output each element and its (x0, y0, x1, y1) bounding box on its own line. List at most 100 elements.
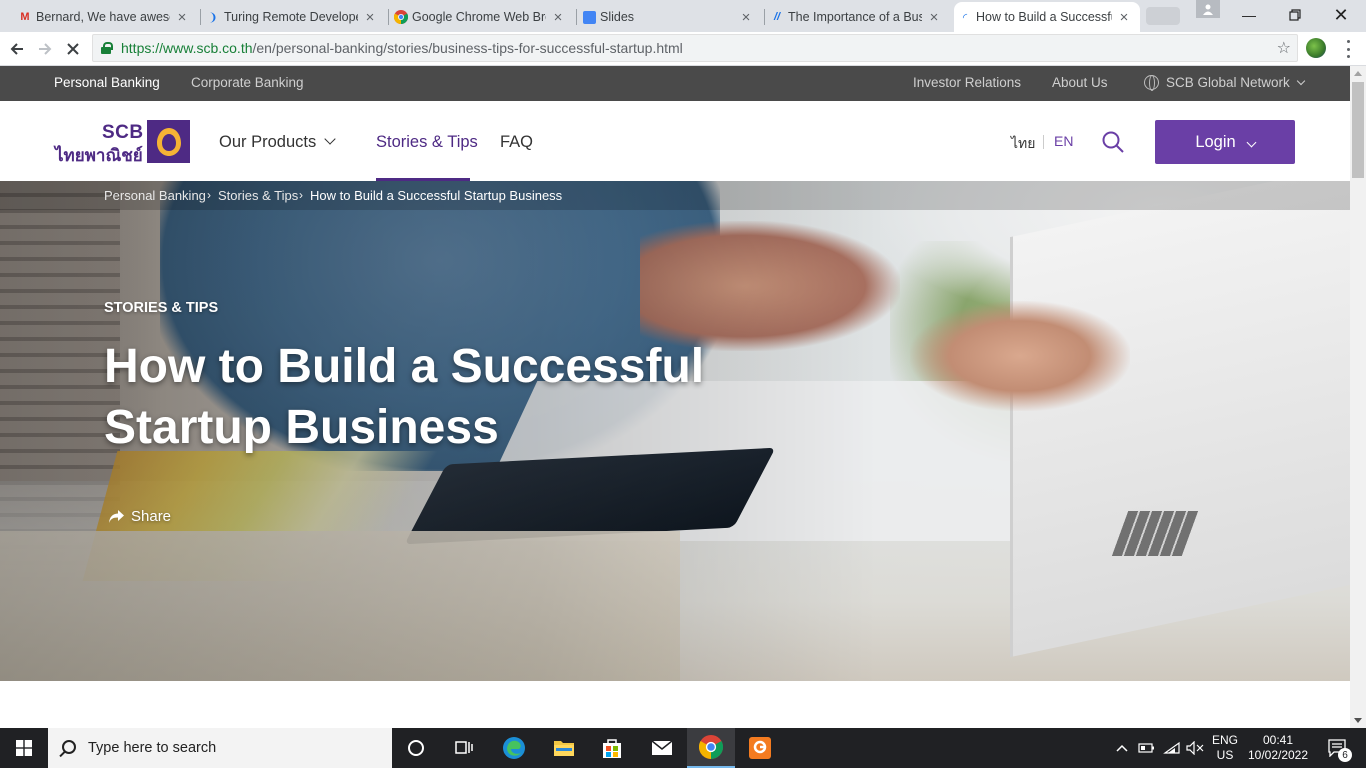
battery-icon[interactable] (1136, 728, 1158, 768)
close-tab-icon[interactable]: × (738, 9, 754, 26)
lock-icon (101, 42, 113, 54)
browser-tab-turing[interactable]: ❩ Turing Remote Developer × (202, 2, 386, 32)
scroll-down-arrow-icon[interactable] (1354, 718, 1362, 723)
scb-logo[interactable]: SCB ไทยพาณิชย์ (55, 120, 190, 165)
stories-tips-menu[interactable]: Stories & Tips (376, 133, 478, 152)
lang-thai-link[interactable]: ไทย (1011, 133, 1035, 155)
tab-title: The Importance of a Business (788, 10, 922, 24)
search-icon (62, 740, 76, 754)
login-button[interactable]: Login (1155, 120, 1295, 164)
browser-tab-active[interactable]: ◜ How to Build a Successful × (954, 2, 1140, 32)
breadcrumb: Personal Banking › Stories & Tips › How … (0, 181, 1350, 210)
tab-title: Slides (600, 10, 635, 24)
windows-taskbar: Type here to search ENG US 00:41 10/02/2… (0, 728, 1366, 768)
profile-icon[interactable] (1196, 0, 1220, 18)
input-language-indicator[interactable]: ENG US (1208, 728, 1242, 768)
extension-icon[interactable] (1306, 38, 1326, 58)
faq-menu[interactable]: FAQ (500, 133, 533, 152)
scroll-up-arrow-icon[interactable] (1354, 71, 1362, 76)
breadcrumb-separator-icon: › (299, 188, 303, 202)
tab-divider (764, 9, 765, 25)
forward-button[interactable] (32, 36, 58, 62)
utility-bar: Personal Banking Corporate Banking Inves… (0, 66, 1350, 101)
restore-button[interactable] (1272, 0, 1318, 30)
tab-title: Bernard, We have awesome (36, 10, 170, 24)
close-tab-icon[interactable]: × (1116, 9, 1132, 26)
our-products-menu[interactable]: Our Products (219, 133, 336, 152)
scrollbar-thumb[interactable] (1352, 82, 1364, 178)
bookmark-star-icon[interactable]: ☆ (1277, 38, 1291, 58)
breadcrumb-item[interactable]: Personal Banking (104, 188, 206, 203)
address-bar[interactable]: https://www.scb.co.th/en/personal-bankin… (92, 34, 1298, 62)
about-us-link[interactable]: About Us (1052, 75, 1108, 90)
gmail-icon: M (20, 11, 30, 23)
tab-title: How to Build a Successful (976, 10, 1112, 24)
tab-title: Google Chrome Web Browser (412, 10, 546, 24)
lang-line-2: US (1216, 748, 1234, 762)
hero-banner: Personal Banking › Stories & Tips › How … (0, 181, 1350, 681)
new-tab-button[interactable] (1146, 7, 1180, 25)
stop-loading-button[interactable] (60, 36, 86, 62)
edge-browser-icon[interactable] (490, 728, 538, 768)
browser-tab-strip: M Bernard, We have awesome × ❩ Turing Re… (0, 0, 1366, 32)
page-title: How to Build a Successful Startup Busine… (104, 336, 804, 458)
url-text: https://www.scb.co.th/en/personal-bankin… (121, 40, 683, 56)
title-line: How to Build a Successful (104, 340, 705, 393)
chevron-down-icon (1246, 137, 1257, 147)
corporate-banking-link[interactable]: Corporate Banking (191, 75, 304, 90)
tab-divider (200, 9, 201, 25)
scb-emblem-icon (147, 120, 190, 163)
global-network-link[interactable]: SCB Global Network (1144, 75, 1306, 91)
notification-count-badge: 6 (1338, 748, 1352, 762)
slides-icon (582, 10, 596, 24)
clock[interactable]: 00:41 10/02/2022 (1244, 728, 1312, 768)
pdf-app-icon[interactable] (736, 728, 784, 768)
close-tab-icon[interactable]: × (550, 9, 566, 26)
share-label: Share (131, 508, 172, 525)
search-icon[interactable] (1102, 131, 1124, 153)
breadcrumb-separator-icon: › (207, 188, 211, 202)
tab-divider (576, 9, 577, 25)
close-tab-icon[interactable]: × (362, 9, 378, 26)
lang-english-link[interactable]: EN (1054, 133, 1073, 149)
page-scrollbar[interactable] (1350, 66, 1366, 728)
file-explorer-icon[interactable] (540, 728, 588, 768)
close-tab-icon[interactable]: × (174, 9, 190, 26)
breadcrumb-item[interactable]: Stories & Tips (218, 188, 298, 203)
start-button[interactable] (0, 728, 48, 768)
close-tab-icon[interactable]: × (926, 9, 942, 26)
chevron-down-icon (324, 133, 336, 145)
browser-tab-chrome[interactable]: Google Chrome Web Browser × (390, 2, 574, 32)
browser-tab-importance[interactable]: // The Importance of a Business × (766, 2, 950, 32)
share-button[interactable]: Share (108, 508, 171, 525)
taskbar-search-box[interactable]: Type here to search (48, 728, 392, 768)
browser-tab-gmail[interactable]: M Bernard, We have awesome × (14, 2, 198, 32)
globe-icon (1144, 75, 1159, 91)
back-button[interactable] (4, 36, 30, 62)
investor-relations-link[interactable]: Investor Relations (913, 75, 1021, 90)
taskbar-search-placeholder: Type here to search (88, 740, 217, 756)
chrome-icon (394, 10, 408, 24)
chrome-taskbar-icon[interactable] (687, 728, 735, 768)
loading-icon: ◜ (962, 11, 968, 24)
microsoft-store-icon[interactable] (588, 728, 636, 768)
global-network-label: SCB Global Network (1166, 75, 1290, 90)
minimize-button[interactable]: — (1226, 0, 1272, 30)
show-hidden-icons-chevron-icon[interactable] (1112, 728, 1132, 768)
our-products-label: Our Products (219, 133, 317, 151)
mail-icon[interactable] (638, 728, 686, 768)
personal-banking-link[interactable]: Personal Banking (54, 75, 160, 90)
browser-menu-icon[interactable] (1340, 38, 1356, 60)
clock-time: 00:41 (1262, 733, 1294, 747)
wifi-icon[interactable] (1160, 728, 1184, 768)
notification-center-icon[interactable]: 6 (1318, 728, 1358, 768)
cortana-icon[interactable] (392, 728, 440, 768)
task-view-icon[interactable] (440, 728, 488, 768)
main-navigation: SCB ไทยพาณิชย์ Our Products Stories & Ti… (0, 101, 1350, 181)
volume-muted-icon[interactable] (1184, 728, 1206, 768)
windows-logo-icon (16, 740, 32, 756)
browser-tab-slides[interactable]: Slides × (578, 2, 762, 32)
article-category: STORIES & TIPS (104, 300, 219, 316)
login-label: Login (1195, 132, 1236, 151)
close-window-button[interactable]: ✕ (1318, 0, 1364, 30)
